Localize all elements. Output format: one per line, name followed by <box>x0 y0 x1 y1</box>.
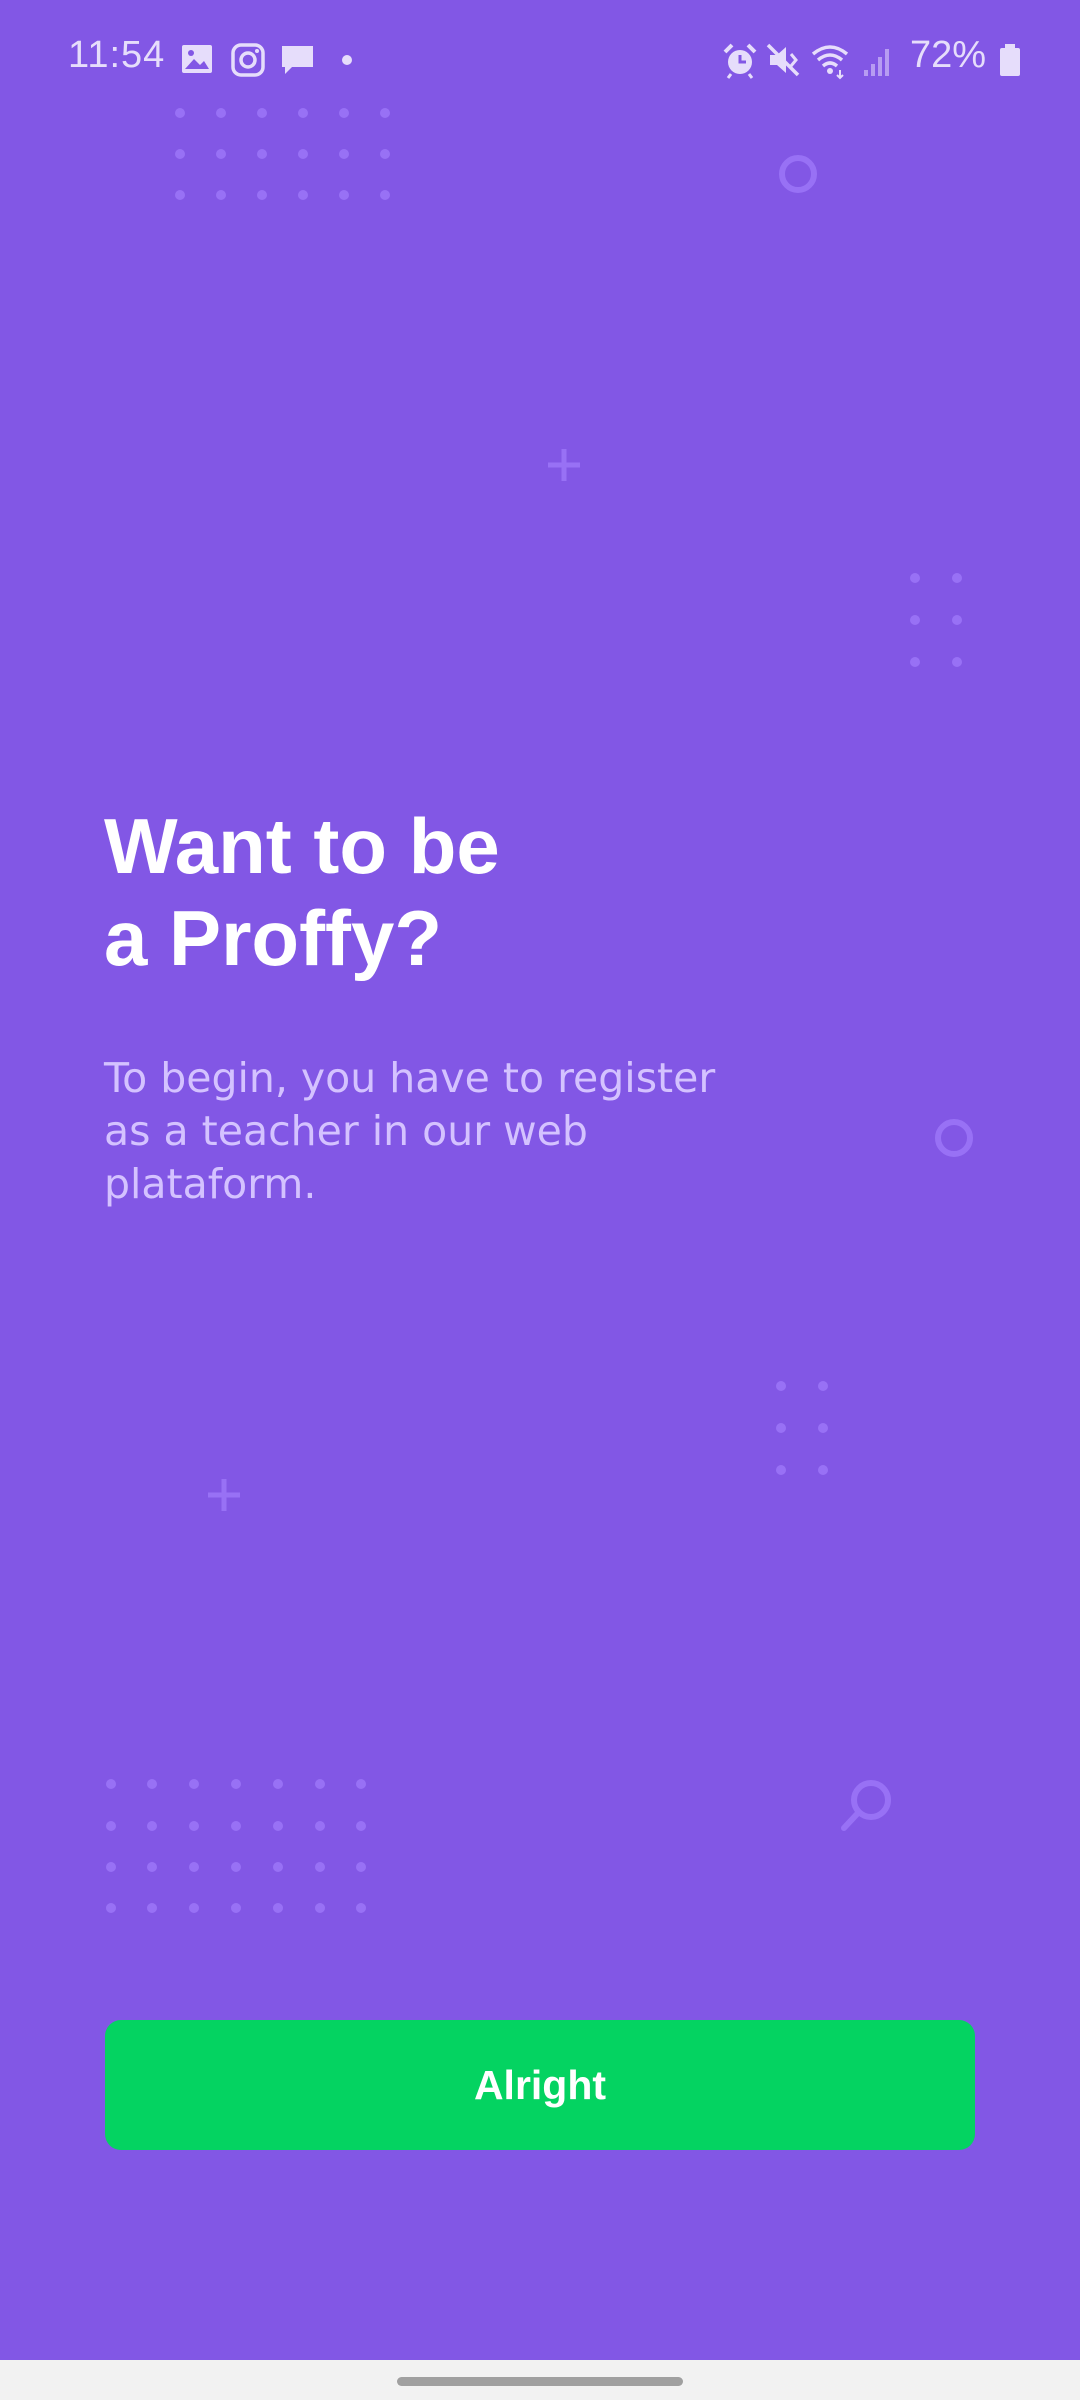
home-gesture-handle[interactable] <box>397 2377 683 2386</box>
battery-percent: 72% <box>909 34 986 76</box>
alright-button[interactable]: Alright <box>105 2020 975 2150</box>
title-line-1: Want to be <box>104 802 500 890</box>
circle-decoration <box>935 1119 973 1157</box>
message-icon <box>282 46 313 74</box>
dot-grid-decoration <box>175 108 390 200</box>
status-bar: 11:54 72% <box>0 0 1080 120</box>
navigation-bar <box>0 2360 1080 2400</box>
dot-grid-decoration <box>106 1779 366 1913</box>
plus-decoration <box>548 449 580 481</box>
search-decoration-icon <box>841 1780 891 1831</box>
dot-grid-decoration <box>776 1381 828 1475</box>
plus-decoration <box>208 1479 240 1511</box>
status-time: 11:54 <box>68 34 166 76</box>
dot-grid-decoration <box>910 573 962 667</box>
onboarding-title: Want to be a Proffy? <box>104 800 804 984</box>
wifi-icon <box>811 45 849 80</box>
onboarding-screen: 11:54 72% Want to be a Proffy? To begin,… <box>0 0 1080 2400</box>
title-line-2: a Proffy? <box>104 894 443 982</box>
signal-icon <box>864 49 889 76</box>
alarm-icon <box>723 43 757 79</box>
battery-icon <box>1000 44 1020 76</box>
mute-icon <box>766 43 800 77</box>
onboarding-description: To begin, you have to register as a teac… <box>104 1054 716 1208</box>
circle-decoration <box>779 155 817 193</box>
notification-dot-icon <box>342 55 352 65</box>
instagram-icon <box>231 43 265 77</box>
gallery-icon <box>182 45 212 73</box>
